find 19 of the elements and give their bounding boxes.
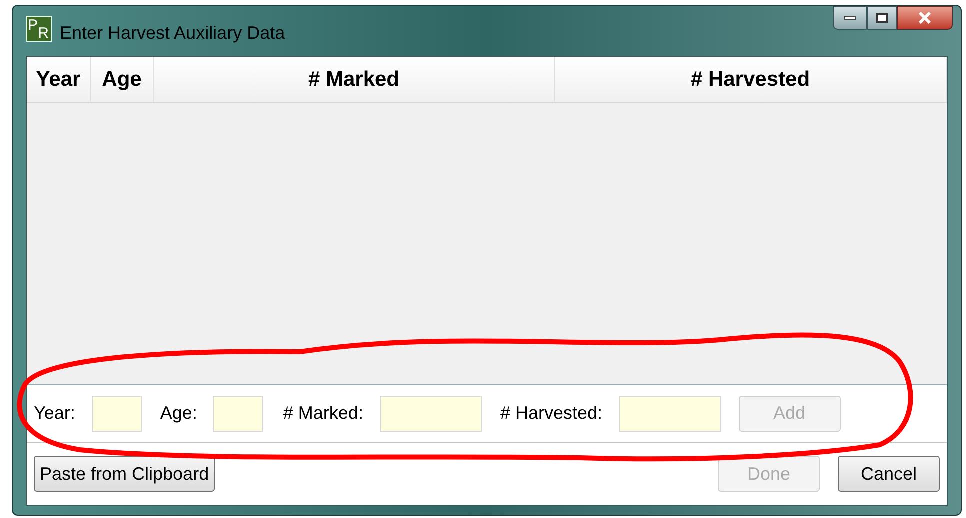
column-header[interactable]: Age: [91, 57, 154, 102]
column-header[interactable]: # Harvested: [555, 57, 947, 102]
input-field[interactable]: [92, 396, 142, 432]
input-field[interactable]: [213, 396, 264, 432]
close-icon[interactable]: [897, 6, 953, 30]
field-label: # Harvested:: [500, 402, 603, 425]
maximize-icon[interactable]: [867, 6, 897, 30]
minimize-icon[interactable]: [833, 6, 867, 30]
window-title: Enter Harvest Auxiliary Data: [60, 22, 286, 45]
input-field[interactable]: [618, 396, 721, 432]
column-header[interactable]: Year: [27, 57, 91, 102]
field-label: Age:: [160, 402, 198, 425]
button[interactable]: Paste from Clipboard: [34, 456, 216, 492]
app-logo-icon: PR: [26, 16, 52, 42]
input-field[interactable]: [380, 396, 482, 432]
button[interactable]: Cancel: [838, 456, 940, 492]
field-label: # Marked:: [283, 402, 364, 425]
field-label: Year:: [34, 402, 76, 425]
column-header[interactable]: # Marked: [154, 57, 555, 102]
